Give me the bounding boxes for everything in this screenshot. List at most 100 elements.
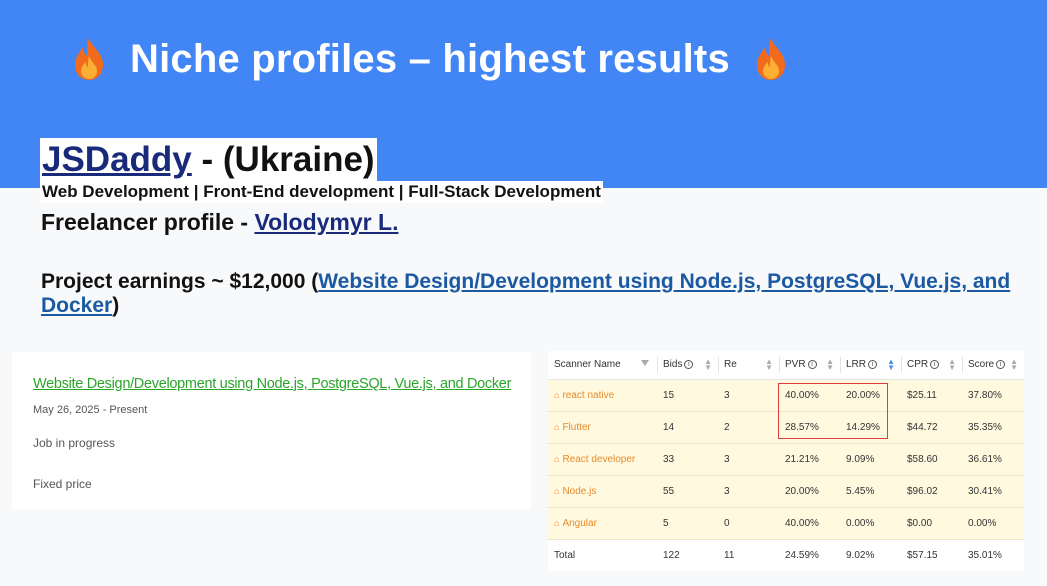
keyword-icon: ⌂	[554, 485, 560, 496]
pvr-cell: 28.57%	[779, 411, 840, 444]
pvr-cell: 40.00%	[779, 507, 840, 540]
freelancer-label: Freelancer profile -	[41, 209, 255, 235]
column-header-scanner-name[interactable]: Scanner Name	[548, 351, 657, 380]
filter-icon[interactable]	[641, 360, 649, 366]
column-label: Scanner Name	[554, 359, 621, 371]
re-cell: 0	[718, 507, 779, 540]
info-icon[interactable]: i	[684, 360, 694, 370]
score-cell: 35.01%	[962, 539, 1024, 571]
table-total-row: Total 122 11 24.59% 9.02% $57.15 35.01%	[548, 539, 1024, 571]
total-label: Total	[548, 539, 657, 571]
bids-cell: 5	[657, 507, 718, 540]
agency-services: Web Development | Front-End development …	[40, 181, 603, 203]
cpr-cell: $57.15	[901, 539, 962, 571]
cpr-cell: $44.72	[901, 411, 962, 444]
bids-cell: 122	[657, 539, 718, 571]
job-price-type: Fixed price	[33, 477, 92, 491]
column-divider	[901, 357, 902, 373]
job-date: May 26, 2025 - Present	[33, 404, 148, 416]
pvr-cell: 40.00%	[779, 379, 840, 412]
sort-icon[interactable]: ▲ ▼	[704, 358, 712, 372]
scanner-name: react native	[562, 389, 615, 401]
table-row[interactable]: ⌂ React developer 33 3 21.21% 9.09% $58.6…	[548, 443, 1024, 476]
scanner-name-cell[interactable]: ⌂ React developer	[548, 443, 657, 476]
column-label: Bids	[663, 359, 683, 371]
column-divider	[962, 357, 963, 373]
banner-title-row: Niche profiles – highest results	[70, 32, 790, 86]
column-header-pvr[interactable]: PVR i ▲ ▼	[779, 351, 840, 380]
freelancer-link[interactable]: Volodymyr L.	[254, 209, 398, 235]
re-cell: 3	[718, 443, 779, 476]
column-label: Score	[968, 359, 995, 371]
cpr-cell: $0.00	[901, 507, 962, 540]
freelancer-line: Freelancer profile - Volodymyr L.	[41, 209, 398, 236]
earnings-prefix: Project earnings ~ $12,000 (	[41, 270, 319, 293]
job-status: Job in progress	[33, 436, 116, 450]
scanner-name: Angular	[562, 517, 597, 529]
job-card: Website Design/Development using Node.js…	[12, 352, 531, 510]
cpr-cell: $25.11	[901, 379, 962, 412]
column-divider	[840, 357, 841, 373]
pvr-cell: 24.59%	[779, 539, 840, 571]
column-label: CPR	[907, 359, 929, 371]
agency-link[interactable]: JSDaddy	[42, 140, 192, 180]
info-icon[interactable]: i	[868, 360, 878, 370]
page-title: Niche profiles – highest results	[130, 36, 730, 81]
bids-cell: 14	[657, 411, 718, 444]
score-cell: 36.61%	[962, 443, 1024, 476]
sort-icon[interactable]: ▲ ▼	[765, 358, 773, 372]
column-header-re[interactable]: Re ▲ ▼	[718, 351, 779, 380]
re-cell: 2	[718, 411, 779, 444]
pvr-cell: 20.00%	[779, 475, 840, 508]
scanner-name: Node.js	[562, 485, 597, 497]
scanner-name-cell[interactable]: ⌂ Angular	[548, 507, 657, 540]
column-header-score[interactable]: Score i ▲ ▼	[962, 351, 1024, 380]
scanner-name-cell[interactable]: ⌂ Flutter	[548, 411, 657, 444]
table-row[interactable]: ⌂ Flutter 14 2 28.57% 14.29% $44.72 35.35…	[548, 411, 1024, 444]
keyword-icon: ⌂	[554, 517, 560, 528]
fire-icon	[756, 38, 785, 80]
column-label: LRR	[846, 359, 867, 371]
table-row[interactable]: ⌂ Node.js 55 3 20.00% 5.45% $96.02 30.41%	[548, 475, 1024, 508]
column-divider	[779, 357, 780, 373]
sort-icon[interactable]: ▲ ▼	[826, 358, 834, 372]
re-cell: 3	[718, 379, 779, 412]
lrr-cell: 20.00%	[840, 379, 901, 412]
table-row[interactable]: ⌂ Angular 5 0 40.00% 0.00% $0.00 0.00%	[548, 507, 1024, 540]
info-icon[interactable]: i	[930, 360, 940, 370]
table-header-row: Scanner Name Bids i ▲ ▼ Re ▲ ▼ PVR i ▲ ▼ LRR i ▲ ▼ …	[548, 351, 1024, 380]
lrr-cell: 9.02%	[840, 539, 901, 571]
re-cell: 3	[718, 475, 779, 508]
scanner-name-cell[interactable]: ⌂ Node.js	[548, 475, 657, 508]
earnings-suffix: )	[112, 294, 120, 317]
re-cell: 11	[718, 539, 779, 571]
score-cell: 0.00%	[962, 507, 1024, 540]
keyword-icon: ⌂	[554, 453, 560, 464]
bids-cell: 15	[657, 379, 718, 412]
cpr-cell: $58.60	[901, 443, 962, 476]
scanner-name-cell[interactable]: ⌂ react native	[548, 379, 657, 412]
sort-icon[interactable]: ▲ ▼	[887, 358, 895, 372]
sort-icon[interactable]: ▲ ▼	[948, 358, 956, 372]
bids-cell: 55	[657, 475, 718, 508]
info-icon[interactable]: i	[807, 360, 817, 370]
column-header-cpr[interactable]: CPR i ▲ ▼	[901, 351, 962, 380]
lrr-cell: 14.29%	[840, 411, 901, 444]
job-title-link[interactable]: Website Design/Development using Node.js…	[33, 376, 511, 392]
score-cell: 37.80%	[962, 379, 1024, 412]
info-icon[interactable]: i	[996, 360, 1006, 370]
fire-icon	[75, 38, 103, 80]
lrr-cell: 9.09%	[840, 443, 901, 476]
score-cell: 30.41%	[962, 475, 1024, 508]
agency-country: - (Ukraine)	[191, 140, 375, 179]
column-header-bids[interactable]: Bids i ▲ ▼	[657, 351, 718, 380]
column-divider	[718, 357, 719, 373]
column-header-lrr[interactable]: LRR i ▲ ▼	[840, 351, 901, 380]
agency-heading: JSDaddy - (Ukraine)	[40, 138, 377, 182]
keyword-icon: ⌂	[554, 421, 560, 432]
column-divider	[657, 357, 658, 373]
table-row[interactable]: ⌂ react native 15 3 40.00% 20.00% $25.11 …	[548, 379, 1024, 412]
earnings-line: Project earnings ~ $12,000 (Website Desi…	[41, 270, 1021, 318]
scanner-name: Flutter	[562, 421, 591, 433]
sort-icon[interactable]: ▲ ▼	[1010, 358, 1018, 372]
